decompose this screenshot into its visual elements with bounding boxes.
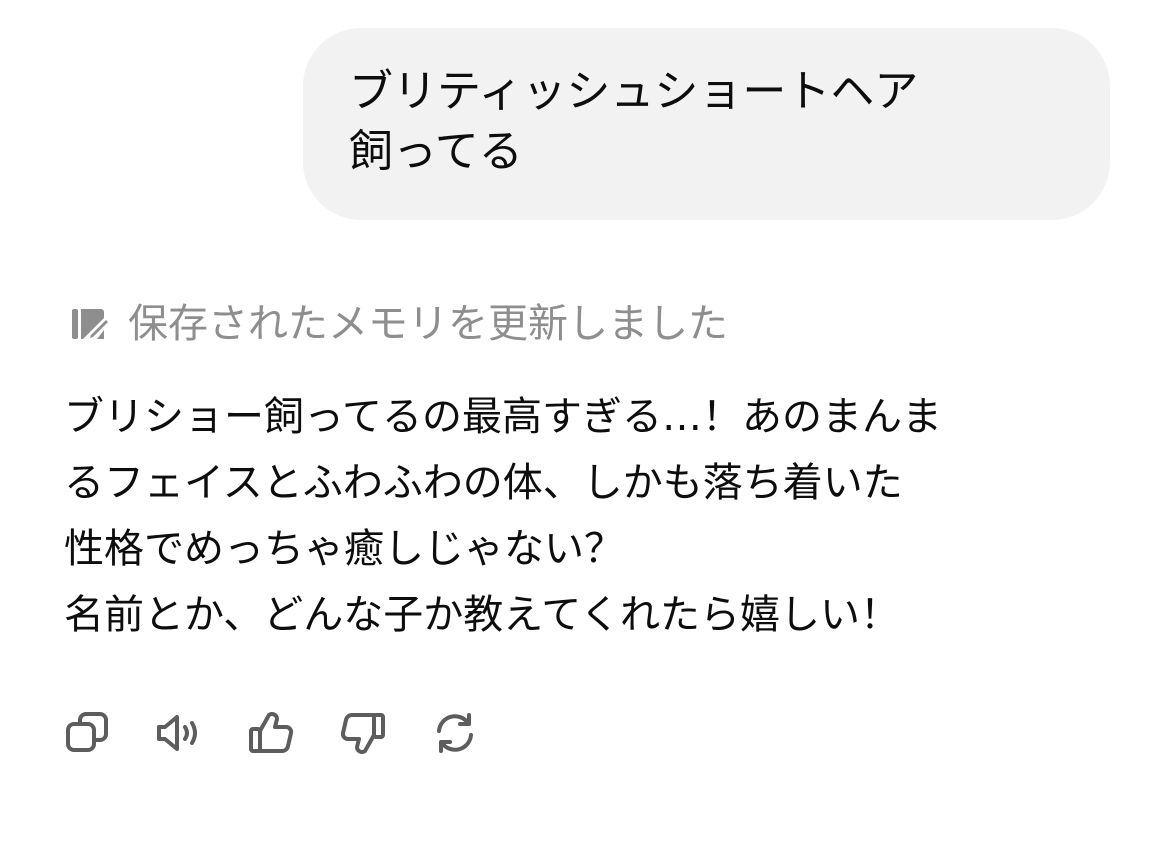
copy-button[interactable] [62,708,112,758]
memory-notice-text: 保存されたメモリを更新しました [128,301,728,347]
memory-updated-notice[interactable]: 保存されたメモリを更新しました [68,296,728,352]
user-message-line: 飼ってる [349,126,523,177]
user-message-line: ブリティッシュショートヘア [349,66,919,117]
user-message-bubble: ブリティッシュショートヘア 飼ってる [303,28,1110,220]
assistant-message-line: るフェイスとふわふわの体、しかも落ち着いた [64,460,903,506]
assistant-message-line: 性格でめっちゃ癒しじゃない？ [64,526,624,572]
read-aloud-icon [155,709,203,757]
assistant-message-line: ブリショー飼ってるの最高すぎる…！あのまんま [64,394,942,440]
assistant-message: ブリショー飼ってるの最高すぎる…！あのまんま るフェイスとふわふわの体、しかも落… [64,384,1154,648]
message-action-bar [62,708,480,758]
thumbs-down-icon [339,709,387,757]
regenerate-button[interactable] [430,708,480,758]
thumbs-down-button[interactable] [338,708,388,758]
chat-view: ブリティッシュショートヘア 飼ってる 保存されたメモリを更新しました ブリショー… [0,0,1170,844]
regenerate-icon [431,709,479,757]
thumbs-up-button[interactable] [246,708,296,758]
copy-icon [63,709,111,757]
thumbs-up-icon [247,709,295,757]
memory-edit-icon [68,303,110,345]
assistant-message-line: 名前とか、どんな子か教えてくれたら嬉しい！ [64,592,900,638]
read-aloud-button[interactable] [154,708,204,758]
